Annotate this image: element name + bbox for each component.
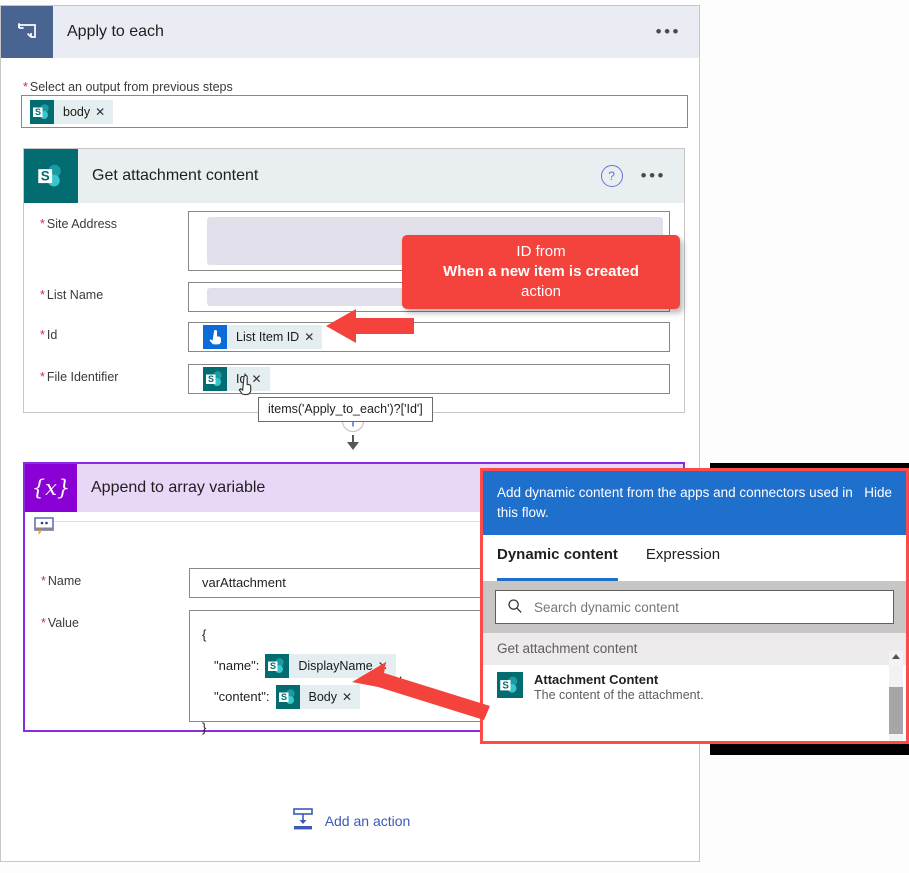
token-body[interactable]: S body ✕: [30, 100, 114, 124]
dynamic-content-item-description: The content of the attachment.: [534, 688, 704, 702]
get-attachment-content-header[interactable]: S Get attachment content ? •••: [24, 149, 684, 203]
loop-icon: [1, 6, 53, 58]
sharepoint-icon: S: [497, 672, 523, 701]
add-an-action-label: Add an action: [324, 812, 411, 829]
annotation-callout-id: ID from When a new item is created actio…: [402, 235, 680, 309]
trigger-touch-icon: [203, 325, 227, 349]
field-file-identifier-label-text: File Identifier: [46, 370, 119, 384]
select-output-label: * Select an output from previous steps: [23, 80, 233, 94]
dynamic-content-tabs: Dynamic content Expression: [483, 535, 906, 581]
search-input-placeholder: Search dynamic content: [534, 599, 679, 615]
field-site-address-label: * Site Address: [40, 211, 188, 231]
field-list-name-label: * List Name: [40, 282, 188, 302]
hide-panel-button[interactable]: Hide: [864, 483, 892, 503]
json-open-brace: {: [202, 626, 207, 642]
required-asterisk: *: [41, 574, 46, 588]
red-arrow-icon: [326, 305, 416, 350]
apply-to-each-more-button[interactable]: •••: [656, 23, 699, 40]
variable-braces-icon: {x}: [25, 464, 77, 512]
annotation-callout-line3: action: [520, 283, 562, 300]
field-file-identifier: * File Identifier S Id ✕: [40, 364, 670, 394]
add-an-action-button[interactable]: Add an action: [1, 806, 699, 835]
field-id-label-text: Id: [46, 328, 58, 342]
svg-text:S: S: [270, 661, 276, 671]
dynamic-content-item-attachment-content[interactable]: S Attachment Content The content of the …: [483, 665, 906, 709]
field-name-label-text: Name: [47, 574, 82, 588]
required-asterisk: *: [40, 328, 45, 342]
required-asterisk: *: [40, 217, 45, 231]
svg-text:S: S: [502, 680, 509, 691]
svg-text:S: S: [208, 374, 214, 384]
dynamic-content-group-header: Get attachment content: [483, 633, 906, 665]
search-icon: [507, 598, 523, 617]
insert-action-icon: [290, 806, 316, 835]
required-asterisk: *: [41, 616, 46, 630]
svg-text:S: S: [35, 107, 41, 117]
annotation-callout-line1: ID from: [516, 243, 566, 260]
tab-expression[interactable]: Expression: [646, 546, 720, 581]
token-body-content-label: Body: [308, 689, 338, 704]
comment-icon[interactable]: [34, 517, 56, 540]
search-input[interactable]: Search dynamic content: [495, 590, 894, 624]
dynamic-content-banner-text: Add dynamic content from the apps and co…: [497, 485, 853, 520]
red-arrow-icon: [352, 660, 492, 725]
field-site-address-label-text: Site Address: [46, 217, 118, 231]
token-list-item-id-remove[interactable]: ✕: [304, 330, 322, 344]
token-body-remove[interactable]: ✕: [95, 105, 113, 119]
scrollbar-thumb[interactable]: [889, 687, 903, 734]
field-name-label: * Name: [41, 568, 189, 588]
select-output-input[interactable]: S body ✕: [21, 95, 688, 128]
svg-text:S: S: [280, 692, 286, 702]
field-value-label-text: Value: [47, 616, 79, 630]
field-file-identifier-label: * File Identifier: [40, 364, 188, 384]
sharepoint-icon: S: [275, 684, 300, 709]
required-asterisk: *: [23, 80, 28, 94]
required-asterisk: *: [40, 370, 45, 384]
dynamic-content-banner: Add dynamic content from the apps and co…: [483, 471, 906, 535]
sharepoint-icon: S: [24, 149, 78, 203]
id-input[interactable]: List Item ID ✕: [188, 322, 670, 352]
token-list-item-id[interactable]: List Item ID ✕: [203, 325, 323, 349]
apply-to-each-header[interactable]: Apply to each •••: [1, 6, 699, 58]
get-attachment-content-more-button[interactable]: •••: [641, 167, 684, 184]
dynamic-content-panel: Add dynamic content from the apps and co…: [480, 468, 909, 744]
scroll-up-icon[interactable]: [892, 654, 900, 659]
json-close-brace: }: [202, 719, 207, 735]
field-list-name-label-text: List Name: [46, 288, 104, 302]
dynamic-content-item-name: Attachment Content: [534, 672, 659, 687]
select-output-label-text: Select an output from previous steps: [29, 80, 233, 94]
sharepoint-icon: S: [265, 653, 290, 678]
field-id-label: * Id: [40, 322, 188, 342]
field-value-label: * Value: [41, 610, 189, 630]
json-name-key: "name":: [214, 657, 260, 673]
append-to-array-variable-title: Append to array variable: [91, 479, 266, 496]
json-content-key: "content":: [214, 688, 270, 704]
mouse-cursor-icon: [238, 374, 260, 400]
file-identifier-input[interactable]: S Id ✕: [188, 364, 670, 394]
get-attachment-content-title: Get attachment content: [92, 167, 259, 184]
svg-text:S: S: [41, 168, 50, 183]
help-icon[interactable]: ?: [600, 165, 623, 187]
dynamic-content-scrollbar[interactable]: [889, 651, 903, 741]
sharepoint-icon: S: [30, 100, 54, 124]
token-body-label: body: [63, 105, 91, 119]
expression-tooltip: items('Apply_to_each')?['Id']: [258, 397, 433, 422]
sharepoint-icon: S: [203, 367, 227, 391]
annotation-callout-line2: When a new item is created: [443, 263, 639, 280]
dynamic-content-search-area: Search dynamic content: [483, 581, 906, 633]
tab-dynamic-content[interactable]: Dynamic content: [497, 546, 618, 581]
token-body-content[interactable]: S Body ✕: [275, 684, 361, 709]
apply-to-each-title: Apply to each: [67, 23, 164, 40]
required-asterisk: *: [40, 288, 45, 302]
token-list-item-id-label: List Item ID: [236, 330, 300, 344]
